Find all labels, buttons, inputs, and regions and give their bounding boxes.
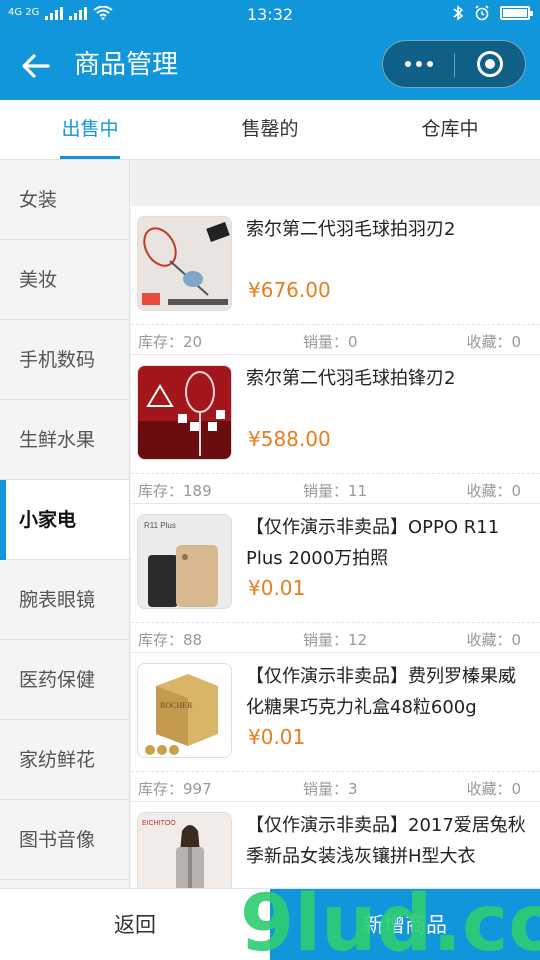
racket-product-photo-icon xyxy=(138,217,231,310)
thumb-text: R11 Plus xyxy=(144,521,176,530)
tab-sold-out[interactable]: 售罄的 xyxy=(180,100,360,159)
product-card[interactable]: R11 Plus 【仅作演示非卖品】OPPO R11 Plus 2000万拍照 … xyxy=(131,504,540,653)
product-name: 【仅作演示非卖品】OPPO R11 Plus 2000万拍照 xyxy=(246,517,500,569)
category-item-active[interactable]: 小家电 xyxy=(0,480,129,560)
tab-in-warehouse[interactable]: 仓库中 xyxy=(360,100,540,159)
product-price: ¥0.01 xyxy=(248,576,306,600)
product-price: ¥588.00 xyxy=(248,427,331,451)
category-item[interactable]: 图书音像 xyxy=(0,800,129,880)
product-thumbnail: EICHITOO xyxy=(137,812,232,888)
product-price: ¥676.00 xyxy=(248,278,331,302)
favorite-count: 收藏：0 xyxy=(466,482,521,500)
racket-promo-photo-icon xyxy=(138,366,231,459)
stock-count: 库存：20 xyxy=(138,333,203,351)
category-item[interactable]: 女装 xyxy=(0,160,129,240)
category-sidebar: 女装 美妆 手机数码 生鲜水果 小家电 腕表眼镜 医药保健 家纺鲜花 图书音像 xyxy=(0,160,130,888)
favorite-count: 收藏：0 xyxy=(466,780,521,798)
dot-icon xyxy=(426,61,433,67)
thumb-text: ROCHER xyxy=(160,701,193,710)
target-circle-icon xyxy=(477,51,503,77)
category-item[interactable]: 生鲜水果 xyxy=(0,400,129,480)
dot-icon xyxy=(404,61,411,67)
product-thumbnail: ROCHER xyxy=(137,663,232,758)
stock-count: 库存：88 xyxy=(138,631,203,649)
product-name: 【仅作演示非卖品】费列罗榛果威化糖果巧克力礼盒48粒600g xyxy=(246,666,516,718)
favorite-count: 收藏：0 xyxy=(466,333,521,351)
sales-count: 销量：3 xyxy=(303,780,358,798)
product-card[interactable]: EICHITOO 【仅作演示非卖品】2017爱居兔秋季新品女装浅灰镶拼H型大衣 xyxy=(131,802,540,888)
sales-count: 销量：11 xyxy=(303,482,368,500)
back-button[interactable] xyxy=(18,48,54,84)
header: 商品管理 xyxy=(0,30,540,100)
product-card[interactable]: 索尔第二代羽毛球拍锋刃2 ¥588.00 库存：189 销量：11 收藏：0 xyxy=(131,355,540,504)
product-thumbnail xyxy=(137,365,232,460)
product-name: 索尔第二代羽毛球拍羽刃2 xyxy=(246,219,456,240)
alarm-icon xyxy=(475,5,489,21)
category-item[interactable]: 美妆 xyxy=(0,240,129,320)
product-thumbnail: R11 Plus xyxy=(137,514,232,609)
category-item[interactable]: 医药保健 xyxy=(0,640,129,720)
product-stats: 库存：997 销量：3 收藏：0 xyxy=(131,771,540,802)
product-thumbnail xyxy=(137,216,232,311)
sales-count: 销量：12 xyxy=(303,631,368,649)
status-tabs: 出售中 售罄的 仓库中 xyxy=(0,100,540,160)
product-list[interactable]: 索尔第二代羽毛球拍羽刃2 ¥676.00 库存：20 销量：0 收藏：0 索尔第… xyxy=(131,160,540,888)
product-name: 【仅作演示非卖品】2017爱居兔秋季新品女装浅灰镶拼H型大衣 xyxy=(246,815,526,867)
stock-count: 库存：189 xyxy=(138,482,212,500)
category-item[interactable]: 手机数码 xyxy=(0,320,129,400)
favorite-count: 收藏：0 xyxy=(466,631,521,649)
add-product-button[interactable]: 新增商品 xyxy=(270,889,540,960)
stock-count: 库存：997 xyxy=(138,780,212,798)
product-card[interactable]: ROCHER 【仅作演示非卖品】费列罗榛果威化糖果巧克力礼盒48粒600g ¥0… xyxy=(131,653,540,802)
product-name: 索尔第二代羽毛球拍锋刃2 xyxy=(246,368,456,389)
dot-icon xyxy=(415,61,422,67)
miniprogram-capsule xyxy=(382,40,526,88)
more-button[interactable] xyxy=(383,41,454,87)
product-price: ¥0.01 xyxy=(248,725,306,749)
thumb-text: EICHITOO xyxy=(142,820,176,827)
category-item[interactable]: 家纺鲜花 xyxy=(0,720,129,800)
return-button[interactable]: 返回 xyxy=(0,889,270,960)
chocolate-box-photo-icon: ROCHER xyxy=(138,664,231,757)
product-card[interactable]: 索尔第二代羽毛球拍羽刃2 ¥676.00 库存：20 销量：0 收藏：0 xyxy=(131,206,540,355)
bottom-bar: 返回 新增商品 xyxy=(0,888,540,960)
phone-photo-icon: R11 Plus xyxy=(138,515,231,608)
product-stats: 库存：20 销量：0 收藏：0 xyxy=(131,324,540,355)
battery-icon xyxy=(500,6,533,20)
sales-count: 销量：0 xyxy=(303,333,358,351)
coat-model-photo-icon: EICHITOO xyxy=(138,813,231,888)
product-stats: 库存：88 销量：12 收藏：0 xyxy=(131,622,540,653)
page-title: 商品管理 xyxy=(74,50,179,80)
category-item[interactable]: 腕表眼镜 xyxy=(0,560,129,640)
bluetooth-icon xyxy=(453,5,464,21)
product-stats: 库存：189 销量：11 收藏：0 xyxy=(131,473,540,504)
close-miniprogram-button[interactable] xyxy=(455,41,525,87)
status-bar: 4G 2G 13:32 xyxy=(0,0,540,30)
arrow-left-icon xyxy=(22,54,50,78)
top-bar: 4G 2G 13:32 商品管理 xyxy=(0,0,540,100)
tab-on-sale[interactable]: 出售中 xyxy=(0,100,180,159)
status-right xyxy=(452,5,533,21)
